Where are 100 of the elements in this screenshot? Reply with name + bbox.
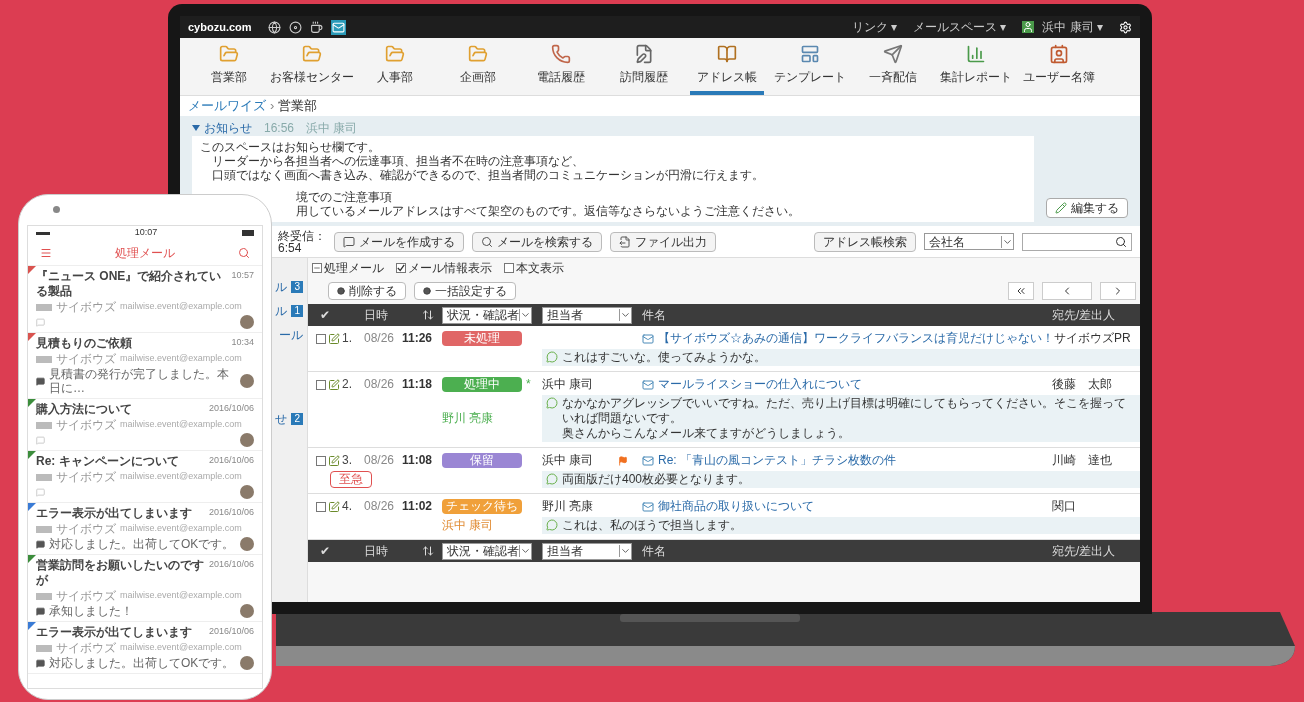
edit-icon[interactable] [328,332,340,345]
nav-item[interactable]: 一斉配信 [856,38,930,95]
nav-item[interactable]: 電話履歴 [524,38,598,95]
status-filter-select[interactable]: 状況・確認者 [442,542,532,560]
row-checkbox[interactable] [316,333,326,344]
edit-icon[interactable] [328,378,340,391]
subject-link[interactable]: Re: 「青山の風コンテスト」チラシ枚数の件 [658,453,896,468]
checkbox[interactable]: 本文表示 [504,259,564,277]
check-column-header[interactable]: ✔ [308,542,364,560]
action-button[interactable]: 削除する [328,282,406,300]
checkbox[interactable]: メール情報表示 [396,259,492,277]
menu-icon[interactable] [40,246,52,259]
phone-icon [551,43,571,64]
mail-list-item[interactable]: Re: キャンペーンについて 2016/10/06 サイボウズ mailwise.event@example.com [28,451,262,503]
subject-link[interactable]: 【サイボウズ☆あみの通信】ワークライフバランスは育児だけじゃない！ [658,331,1054,346]
last-received-label: 終受信： [278,229,326,242]
address-search-button[interactable]: アドレス帳検索 [814,231,916,252]
globe-icon[interactable] [267,20,281,34]
mail-icon [642,500,654,513]
sort-icon[interactable] [422,309,434,321]
first-page-button[interactable] [1008,282,1034,300]
assignee-filter-select[interactable]: 担当者 [542,542,632,560]
subject-link[interactable]: マールライスショーの仕入れについて [658,377,862,392]
toolbar-button[interactable]: メールを検索する [472,231,602,252]
sender-email: mailwise.event@example.com [120,522,242,536]
row-checkbox[interactable] [316,379,326,390]
date-column-header[interactable]: 日時 [364,542,402,560]
toolbar-button[interactable]: ファイル出力 [610,231,716,252]
row-checkbox[interactable] [316,501,326,512]
mail-list-item[interactable]: 見積もりのご依頼 10:34 サイボウズ mailwise.event@example.com 見積書の発行が完了しました。本日に… [28,333,262,399]
nav-item[interactable]: 営業部 [192,38,266,95]
first-page-icon [1015,285,1027,297]
sidebar-item[interactable]: ル 3 [275,278,303,296]
mail-list-item[interactable]: エラー表示が出てしまいます 2016/10/06 サイボウズ mailwise.event@example.com 対応しました。出荷してOKです。 [28,622,262,674]
nav-item[interactable]: テンプレート [773,38,847,95]
mail-time: 2016/10/06 [208,454,254,467]
comment-text: なかなかアグレッシブでいいですね。ただ、売り上げ目標は明確にしてもらってください。そこを握っていれば問題ないです。 [562,396,1127,426]
toolbar-button[interactable]: メールを作成する [334,231,464,252]
sender-name: サイボウズ [56,470,116,484]
mail-list-item[interactable]: エラー表示が出てしまいます 2016/10/06 サイボウズ mailwise.event@example.com 対応しました。出荷してOKです。 [28,503,262,555]
assignee-filter-select[interactable]: 担当者 [542,306,632,324]
subject-column-header: 件名 [641,543,667,560]
avatar-icon [240,315,254,329]
notice-toggle[interactable]: お知らせ [192,119,252,137]
circle-icon [423,287,431,295]
nav-item[interactable]: 訪問履歴 [607,38,681,95]
user-menu[interactable]: 浜中 康司 ▾ [1042,18,1103,36]
comment-icon [36,606,45,616]
status-time: 10:07 [134,226,158,240]
breadcrumb-link[interactable]: メールワイズ [188,96,266,116]
sort-icon[interactable] [422,545,434,557]
mail-list-item[interactable]: 営業訪問をお願いしたいのですが 2016/10/06 サイボウズ mailwise.event@example.com 承知しました！ [28,555,262,622]
mail-icon [642,454,654,467]
dropdown-arrow-icon [519,545,531,557]
search-field[interactable] [1022,232,1132,251]
subject-column-header: 件名 [641,307,667,324]
date-column-header[interactable]: 日時 [364,306,402,324]
collapse-toggle[interactable]: 処理メール [312,259,384,277]
search-icon[interactable] [238,246,250,259]
status-filter-select[interactable]: 状況・確認者 [442,306,532,324]
sender-name: サイボウズ [56,589,116,603]
nav-item[interactable]: 企画部 [441,38,515,95]
date-text: 08/26 [364,499,396,514]
action-button[interactable]: 一括設定する [414,282,516,300]
flag-icon[interactable] [618,455,628,466]
sidebar-item[interactable]: ル 1 [275,302,303,320]
nav-item[interactable]: 集計レポート [939,38,1013,95]
comment-text: これは、私のほうで担当します。 [562,518,742,533]
row-checkbox[interactable] [316,455,326,466]
logo-text[interactable]: cybozu.com [188,18,252,36]
mail-app-icon[interactable] [330,19,346,35]
avatar-icon [240,656,254,670]
sidebar-item[interactable]: ール [279,326,303,344]
sender-tag [36,473,52,481]
mail-list-item[interactable]: 『ニュース ONE』で紹介されている製品 10:57 サイボウズ mailwise.event@example.com [28,266,262,333]
check-column-header[interactable]: ✔ [308,306,364,324]
sidebar-item[interactable]: せ 2 [275,410,303,428]
edit-icon[interactable] [328,454,340,467]
triangle-down-icon [192,124,200,132]
row-number: 4. [342,499,352,514]
company-select[interactable]: 会社名 [924,233,1014,250]
disc-icon[interactable] [288,20,302,34]
folder-icon [468,43,488,64]
cup-icon[interactable] [309,20,323,34]
settings-icon[interactable] [1119,20,1132,34]
nav-item[interactable]: ユーザー名簿 [1022,38,1096,95]
edit-icon[interactable] [328,500,340,513]
menu-link[interactable]: メールスペース ▾ [913,18,1007,36]
sender-name: サイボウズ [56,641,116,655]
nav-item[interactable]: 人事部 [358,38,432,95]
assignee-text: 浜中 康司 [542,377,594,391]
subject-link[interactable]: 御社商品の取り扱いについて [658,499,814,514]
menu-link[interactable]: リンク ▾ [851,18,897,36]
edit-button[interactable]: 編集する [1046,198,1128,218]
comment-text: 承知しました！ [49,604,133,618]
avatar-icon [240,374,254,388]
mail-list-item[interactable]: 購入方法について 2016/10/06 サイボウズ mailwise.event@example.com [28,399,262,451]
nav-item[interactable]: アドレス帳 [690,38,764,95]
comment-icon [36,658,45,668]
user-icon [1022,21,1035,33]
